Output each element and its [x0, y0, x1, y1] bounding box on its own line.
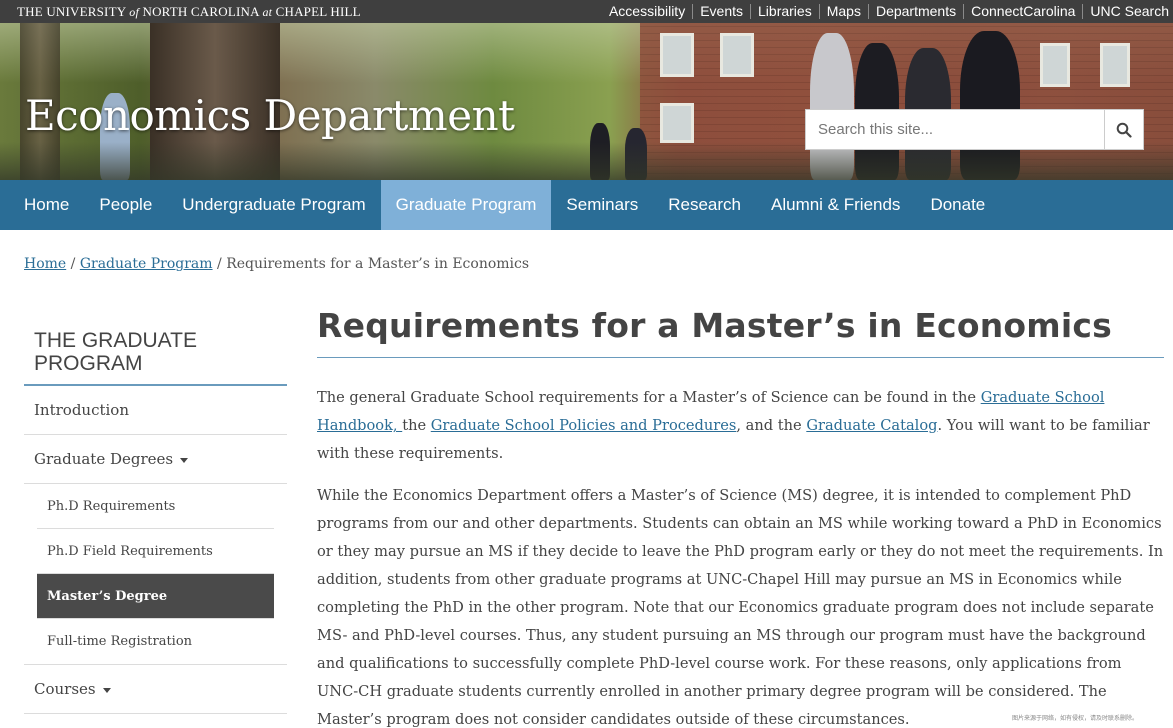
image-watermark: 图片来源于网络，如有侵权，请及时联系删除。	[1011, 715, 1138, 722]
breadcrumb-home[interactable]: Home	[24, 256, 66, 272]
utility-links: Accessibility Events Libraries Maps Depa…	[602, 0, 1173, 23]
nav-donate[interactable]: Donate	[915, 180, 1000, 230]
wordmark-part: THE UNIVERSITY	[17, 4, 126, 19]
link-graduate-catalog[interactable]: Graduate Catalog	[806, 417, 937, 434]
nav-seminars[interactable]: Seminars	[551, 180, 653, 230]
utility-bar: THE UNIVERSITY of NORTH CAROLINA at CHAP…	[0, 0, 1173, 23]
sidebar-item-graduate-degrees[interactable]: Graduate Degrees	[24, 435, 287, 484]
sidebar-item-courses[interactable]: Courses	[24, 665, 287, 714]
university-wordmark[interactable]: THE UNIVERSITY of NORTH CAROLINA at CHAP…	[17, 4, 361, 20]
sidebar-item-label: Graduate Degrees	[34, 450, 174, 468]
sidebar-subitem-phd-requirements[interactable]: Ph.D Requirements	[37, 484, 274, 529]
wordmark-at: at	[262, 5, 273, 19]
wordmark-part: CHAPEL HILL	[275, 4, 361, 19]
hero-banner: Economics Department	[0, 23, 1173, 180]
hero-photo-window	[720, 33, 754, 77]
site-title[interactable]: Economics Department	[25, 91, 515, 140]
sidebar-subitem-masters-degree[interactable]: Master’s Degree	[37, 574, 274, 619]
utility-link-departments[interactable]: Departments	[867, 4, 963, 19]
sidebar-submenu: Ph.D Requirements Ph.D Field Requirement…	[24, 484, 287, 665]
hero-photo-window	[660, 103, 694, 143]
sidebar-subitem-phd-field-requirements[interactable]: Ph.D Field Requirements	[37, 529, 274, 574]
hero-photo-window	[1100, 43, 1130, 87]
sidebar: THE GRADUATE PROGRAM Introduction Gradua…	[24, 322, 287, 714]
breadcrumb-separator: /	[212, 256, 227, 272]
breadcrumb-graduate-program[interactable]: Graduate Program	[80, 256, 213, 272]
site-search	[805, 109, 1144, 150]
sidebar-title: THE GRADUATE PROGRAM	[24, 322, 287, 386]
utility-link-events[interactable]: Events	[692, 4, 750, 19]
sidebar-item-label: Introduction	[34, 401, 129, 419]
caret-down-icon	[102, 687, 111, 693]
wordmark-part: NORTH CAROLINA	[142, 4, 259, 19]
nav-undergraduate-program[interactable]: Undergraduate Program	[167, 180, 380, 230]
page-title: Requirements for a Master’s in Economics	[317, 306, 1164, 358]
nav-alumni-friends[interactable]: Alumni & Friends	[756, 180, 915, 230]
nav-people[interactable]: People	[84, 180, 167, 230]
ms-degree-paragraph: While the Economics Department offers a …	[317, 487, 1164, 728]
search-input[interactable]	[806, 110, 1104, 149]
nav-graduate-program[interactable]: Graduate Program	[380, 180, 552, 230]
link-graduate-school-policies[interactable]: Graduate School Policies and Procedures	[431, 417, 737, 434]
hero-photo-window	[1040, 43, 1070, 87]
breadcrumb: Home / Graduate Program / Requirements f…	[24, 256, 529, 272]
intro-paragraph: The general Graduate School requirements…	[317, 384, 1164, 468]
paragraph-text: , and the	[736, 417, 807, 434]
caret-down-icon	[180, 457, 189, 463]
sidebar-item-label: Courses	[34, 680, 96, 698]
breadcrumb-separator: /	[66, 256, 80, 272]
utility-link-accessibility[interactable]: Accessibility	[602, 4, 692, 19]
nav-research[interactable]: Research	[653, 180, 756, 230]
utility-link-libraries[interactable]: Libraries	[750, 4, 819, 19]
main-content: Requirements for a Master’s in Economics…	[317, 306, 1164, 728]
utility-link-connectcarolina[interactable]: ConnectCarolina	[963, 4, 1082, 19]
hero-photo-window	[660, 33, 694, 77]
utility-link-maps[interactable]: Maps	[818, 4, 868, 19]
paragraph-text: The general Graduate School requirements…	[317, 389, 981, 406]
search-icon	[1116, 122, 1132, 138]
nav-home[interactable]: Home	[0, 180, 84, 230]
sidebar-subitem-full-time-registration[interactable]: Full-time Registration	[37, 619, 274, 664]
main-nav: Home People Undergraduate Program Gradua…	[0, 180, 1173, 230]
paragraph-text: the	[402, 417, 431, 434]
wordmark-of: of	[129, 5, 140, 19]
breadcrumb-current: Requirements for a Master’s in Economics	[226, 256, 530, 272]
search-button[interactable]	[1104, 110, 1143, 149]
utility-link-unc-search[interactable]: UNC Search	[1082, 4, 1173, 19]
sidebar-item-introduction[interactable]: Introduction	[24, 386, 287, 435]
